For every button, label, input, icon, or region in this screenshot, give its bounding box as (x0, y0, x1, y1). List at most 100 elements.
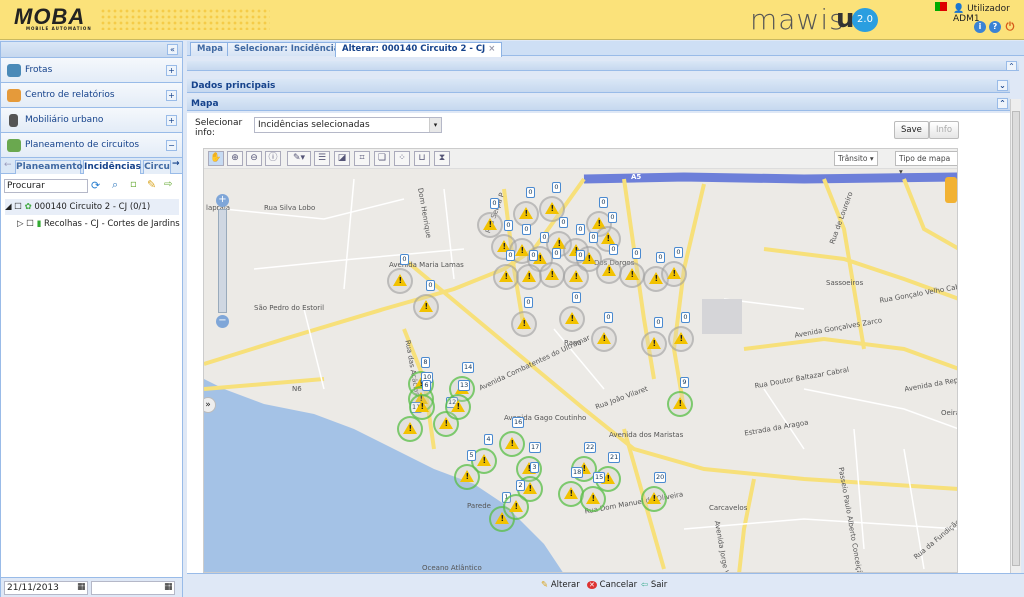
marker-count: 0 (656, 252, 665, 263)
street-label: Rua Silva Lobo (264, 204, 316, 212)
marker-count: 16 (512, 417, 525, 428)
sidebar-item-relatorios[interactable]: Centro de relatórios + (1, 83, 182, 108)
calendar-icon[interactable]: ▦ (77, 582, 86, 592)
expand-button[interactable]: + (166, 115, 177, 126)
date-from-field[interactable]: 21/11/2013 (4, 581, 88, 595)
tab-planeamento[interactable]: Planeamento (15, 160, 83, 174)
expand-icon[interactable]: ⌄ (997, 80, 1008, 91)
list-icon[interactable]: ☰ (314, 151, 330, 166)
refresh-icon[interactable]: ⟳ (91, 179, 100, 192)
zoom-out-box-icon[interactable]: ⊖ (246, 151, 262, 166)
cancel-button[interactable]: ✕ Cancelar (587, 579, 637, 591)
tab-incidencias[interactable]: Incidências (83, 160, 141, 174)
map-view[interactable]: lapraia Rua Silva Lobo Dom Henrique Rua Ser… (203, 148, 958, 573)
tree-item-circuit[interactable]: ◢ ☐ ✿ 000140 Circuito 2 - CJ (0/1) (5, 199, 179, 215)
brand-version: 2.0 (852, 8, 878, 32)
save-button[interactable]: Save (894, 121, 929, 139)
traffic-dropdown[interactable]: Trânsito ▾ (834, 151, 878, 166)
tab-alterar[interactable]: Alterar: 000140 Circuito 2 - CJ × (335, 42, 503, 57)
area-search-icon[interactable]: ⌗ (354, 151, 370, 166)
toolbar-band: ⌃ (187, 61, 1019, 71)
app-header: MOBA MOBILE AUTOMATION mawis u 2.0 👤 Uti… (0, 0, 1024, 40)
street-label: Oceano Atlântico (422, 564, 482, 572)
warning-icon (647, 337, 661, 349)
warning-icon (483, 218, 497, 230)
info-button[interactable]: Info (929, 121, 960, 139)
scroll-left-icon[interactable]: ← (4, 160, 12, 170)
new-icon[interactable]: ▫ (130, 179, 137, 190)
label: Sair (650, 580, 668, 590)
points-icon[interactable]: ⁘ (394, 151, 410, 166)
panel-dados-principais[interactable]: Dados principais ⌄ (187, 79, 1010, 93)
marker-count: 5 (467, 450, 476, 461)
pegman-icon[interactable] (945, 177, 957, 203)
collapse-sidebar-button[interactable]: « (167, 44, 178, 55)
building-block (702, 299, 742, 334)
help-icon[interactable]: ? (989, 21, 1001, 33)
tree-item-recolhas[interactable]: ▷ ☐ ▮ Recolhas - CJ - Cortes de Jardins (17, 216, 180, 232)
pan-hand-icon[interactable]: ✋ (208, 151, 224, 166)
label: Mobiliário urbano (25, 115, 104, 125)
calendar-icon[interactable]: ▦ (164, 582, 173, 592)
eraser-icon[interactable]: ◪ (334, 151, 350, 166)
close-icon[interactable]: × (488, 44, 495, 54)
sidebar-item-mobiliario[interactable]: Mobiliário urbano + (1, 108, 182, 133)
scrollbar[interactable] (1010, 99, 1021, 573)
layers-icon[interactable]: ❏ (374, 151, 390, 166)
street-label: Sassoeiros (826, 279, 864, 287)
select-value: Incidências selecionadas (258, 120, 370, 130)
zoom-box-icon[interactable]: ⊕ (227, 151, 243, 166)
marker-count: 0 (681, 312, 690, 323)
power-icon[interactable]: ⏻ (1004, 21, 1016, 33)
zoom-in-button[interactable]: + (216, 194, 229, 207)
zoom-out-button[interactable]: − (216, 315, 229, 328)
warning-icon (505, 437, 519, 449)
sidebar-item-planeamento[interactable]: Planeamento de circuitos − (1, 133, 182, 158)
pt-flag-icon[interactable] (935, 2, 947, 11)
tab-mapa[interactable]: Mapa (190, 42, 231, 56)
decorative-dots (100, 8, 270, 30)
fleet-icon (7, 64, 21, 77)
warning-icon (522, 270, 536, 282)
expand-button[interactable]: + (166, 90, 177, 101)
warning-icon (419, 300, 433, 312)
street-label: Oeiras (941, 409, 957, 417)
street-label: Carcavelos (709, 504, 748, 512)
scroll-thumb[interactable] (1012, 111, 1020, 566)
date-to-field[interactable] (91, 581, 175, 595)
collapse-icon[interactable]: ⌃ (997, 98, 1008, 109)
info-icon[interactable]: i (974, 21, 986, 33)
search-input[interactable]: Procurar (4, 179, 88, 193)
zoom-track[interactable] (218, 209, 227, 313)
identify-icon[interactable]: ⓘ (265, 151, 281, 166)
label: Planeamento de circuitos (25, 140, 140, 150)
map-type-dropdown[interactable]: Tipo de mapa ▾ (895, 151, 957, 176)
edit-button[interactable]: ✎ Alterar (541, 579, 580, 591)
zoom-slider[interactable]: + − (216, 194, 229, 329)
collapse-button[interactable]: − (166, 140, 177, 151)
marker-count: 0 (400, 254, 409, 265)
expand-button[interactable]: + (166, 65, 177, 76)
warning-icon (403, 422, 417, 434)
ruler-icon[interactable]: ⊔ (414, 151, 430, 166)
info-select[interactable]: Incidências selecionadas ▾ (254, 117, 442, 133)
warning-icon (545, 268, 559, 280)
exit-button[interactable]: ⇦ Sair (641, 579, 667, 591)
reports-icon (7, 89, 21, 102)
export-icon[interactable]: ⇨ (164, 179, 172, 190)
measure-dropdown-icon[interactable]: ✎▾ (287, 151, 311, 166)
main-area: Mapa Selecionar: Incidências × Alterar: … (187, 41, 1024, 597)
panel-mapa[interactable]: Mapa ⌃ (187, 97, 1010, 111)
street-label: Rana (564, 339, 582, 347)
edit-icon[interactable]: ✎ (147, 178, 156, 191)
search-icon[interactable]: ⌕ (112, 178, 118, 192)
collapse-all-icon[interactable]: ⌃ (1006, 61, 1017, 71)
warning-icon (451, 400, 465, 412)
warning-icon (673, 397, 687, 409)
sidebar-item-frotas[interactable]: Frotas + (1, 58, 182, 83)
scroll-right-icon[interactable]: → (172, 159, 180, 169)
hourglass-icon[interactable]: ⧗ (434, 151, 450, 166)
tab-circuitos[interactable]: Circu (143, 160, 171, 174)
warning-icon (625, 268, 639, 280)
chevron-down-icon[interactable]: ▾ (429, 118, 441, 132)
